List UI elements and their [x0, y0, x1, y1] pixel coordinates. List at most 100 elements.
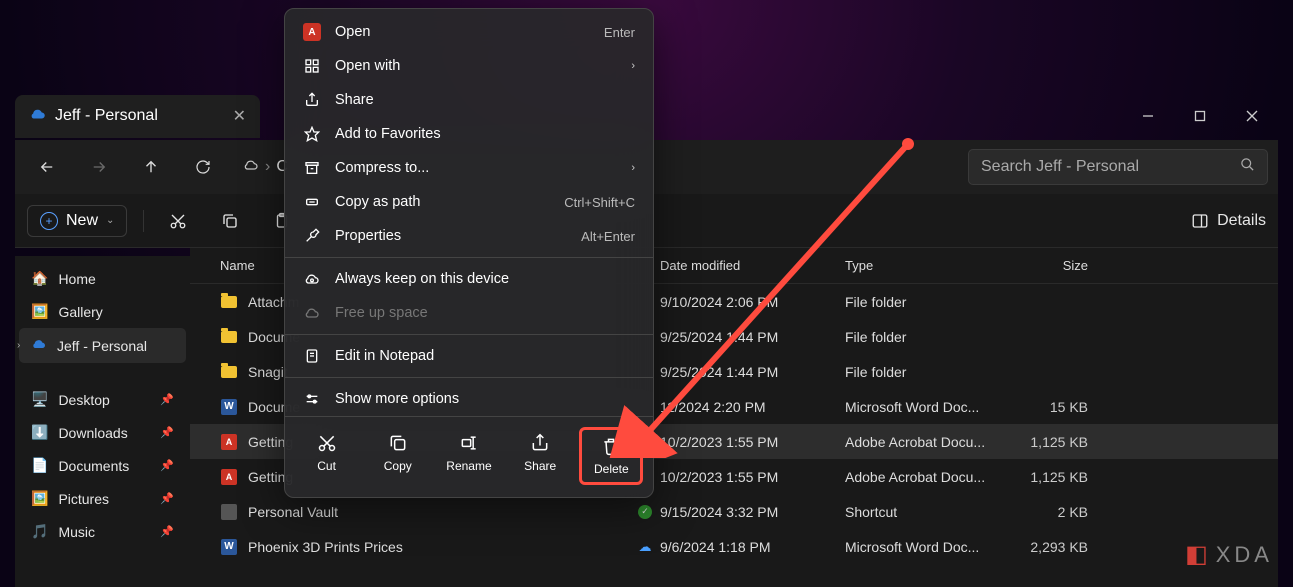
sidebar-item-gallery[interactable]: 🖼️ Gallery — [19, 295, 186, 328]
ctx-action-cut[interactable]: Cut — [295, 427, 359, 485]
ctx-label: Edit in Notepad — [335, 348, 434, 364]
path-icon — [303, 193, 321, 211]
sidebar-label: Home — [58, 271, 95, 287]
new-label: New — [66, 212, 98, 230]
search-icon — [1240, 157, 1255, 177]
file-row[interactable]: Personal Vault✓9/15/2024 3:32 PMShortcut… — [190, 494, 1278, 529]
sidebar-label: Downloads — [58, 425, 127, 441]
ctx-action-rename[interactable]: Rename — [437, 427, 501, 485]
ctx-copy-path[interactable]: Copy as path Ctrl+Shift+C — [285, 185, 653, 219]
ctx-action-delete[interactable]: Delete — [579, 427, 643, 485]
minimize-button[interactable] — [1122, 96, 1174, 136]
search-input[interactable]: Search Jeff - Personal — [968, 149, 1268, 185]
details-button[interactable]: Details — [1191, 212, 1266, 230]
pin-icon: 📌 — [160, 492, 174, 505]
downloads-icon: ⬇️ — [31, 424, 48, 441]
maximize-button[interactable] — [1174, 96, 1226, 136]
sidebar-label: Pictures — [58, 491, 109, 507]
ctx-show-more[interactable]: Show more options — [285, 382, 653, 416]
address-chevron: › — [265, 158, 270, 176]
ctx-free-space: Free up space — [285, 296, 653, 330]
ctx-label: Add to Favorites — [335, 126, 441, 142]
ctx-action-label: Rename — [446, 459, 491, 473]
ctx-label: Properties — [335, 228, 401, 244]
forward-button[interactable] — [77, 149, 121, 185]
close-tab-icon[interactable]: ✕ — [233, 106, 246, 126]
sidebar-item-desktop[interactable]: 🖥️ Desktop 📌 — [19, 383, 186, 416]
chevron-right-icon: › — [631, 162, 635, 174]
home-icon: 🏠 — [31, 270, 48, 287]
ctx-open-with[interactable]: Open with › — [285, 49, 653, 83]
ctx-label: Free up space — [335, 305, 428, 321]
ctx-label: Share — [335, 92, 374, 108]
copy-button[interactable] — [212, 203, 248, 239]
cloud-icon — [303, 304, 321, 322]
sidebar-item-jeff-personal[interactable]: › Jeff - Personal — [19, 328, 186, 363]
col-size-header[interactable]: Size — [1000, 258, 1100, 273]
sidebar-item-downloads[interactable]: ⬇️ Downloads 📌 — [19, 416, 186, 449]
ctx-open[interactable]: A Open Enter — [285, 15, 653, 49]
plus-icon: + — [40, 212, 58, 230]
ctx-label: Always keep on this device — [335, 271, 509, 287]
sidebar-label: Documents — [58, 458, 129, 474]
ctx-action-label: Copy — [384, 459, 412, 473]
documents-icon: 📄 — [31, 457, 48, 474]
close-button[interactable] — [1226, 96, 1278, 136]
ctx-edit-notepad[interactable]: Edit in Notepad — [285, 339, 653, 373]
sidebar-item-pictures[interactable]: 🖼️ Pictures 📌 — [19, 482, 186, 515]
sidebar-label: Music — [58, 524, 95, 540]
col-date-header[interactable]: Date modified — [660, 258, 845, 273]
ctx-favorites[interactable]: Add to Favorites — [285, 117, 653, 151]
gallery-icon: 🖼️ — [31, 303, 48, 320]
sidebar-item-documents[interactable]: 📄 Documents 📌 — [19, 449, 186, 482]
onedrive-icon — [29, 105, 47, 128]
pin-icon: 📌 — [160, 393, 174, 406]
cloud-sync-icon — [303, 270, 321, 288]
separator — [285, 257, 653, 258]
cut-button[interactable] — [160, 203, 196, 239]
pin-icon: 📌 — [160, 426, 174, 439]
sidebar-item-home[interactable]: 🏠 Home — [19, 262, 186, 295]
ctx-compress[interactable]: Compress to... › — [285, 151, 653, 185]
ctx-action-bar: Cut Copy Rename Share Delete — [285, 416, 653, 491]
ctx-shortcut: Enter — [604, 25, 635, 40]
cloud-icon — [243, 157, 259, 178]
ctx-action-copy[interactable]: Copy — [366, 427, 430, 485]
star-icon — [303, 125, 321, 143]
chevron-right-icon: › — [631, 60, 635, 72]
ctx-action-label: Share — [524, 459, 556, 473]
separator — [285, 334, 653, 335]
ctx-label: Show more options — [335, 391, 459, 407]
ctx-label: Copy as path — [335, 194, 420, 210]
back-button[interactable] — [25, 149, 69, 185]
context-menu: A Open Enter Open with › Share Add to Fa… — [284, 8, 654, 498]
refresh-button[interactable] — [181, 149, 225, 185]
ctx-action-share[interactable]: Share — [508, 427, 572, 485]
share-icon — [303, 91, 321, 109]
new-button[interactable]: + New ⌄ — [27, 205, 127, 237]
ctx-label: Compress to... — [335, 160, 429, 176]
col-type-header[interactable]: Type — [845, 258, 1000, 273]
tab-title: Jeff - Personal — [55, 107, 158, 125]
tab-jeff-personal[interactable]: Jeff - Personal ✕ — [15, 95, 260, 138]
ctx-keep-on-device[interactable]: Always keep on this device — [285, 262, 653, 296]
ctx-shortcut: Alt+Enter — [581, 229, 635, 244]
ctx-properties[interactable]: Properties Alt+Enter — [285, 219, 653, 253]
wrench-icon — [303, 227, 321, 245]
file-row[interactable]: WPhoenix 3D Prints Prices☁9/6/2024 1:18 … — [190, 529, 1278, 564]
chevron-down-icon: ⌄ — [106, 215, 114, 226]
sidebar-item-music[interactable]: 🎵 Music 📌 — [19, 515, 186, 548]
sidebar-label: Desktop — [58, 392, 109, 408]
onedrive-icon — [31, 336, 47, 355]
window-controls — [1122, 96, 1278, 136]
pictures-icon: 🖼️ — [31, 490, 48, 507]
watermark-text: XDA — [1216, 542, 1273, 568]
acrobat-icon: A — [303, 23, 321, 41]
ctx-action-label: Delete — [594, 462, 629, 476]
watermark: ◧ XDA — [1185, 540, 1273, 569]
sidebar: 🏠 Home 🖼️ Gallery › Jeff - Personal 🖥️ D… — [15, 256, 190, 587]
chevron-right-icon[interactable]: › — [17, 340, 20, 351]
ctx-share[interactable]: Share — [285, 83, 653, 117]
up-button[interactable] — [129, 149, 173, 185]
sidebar-label: Gallery — [58, 304, 102, 320]
